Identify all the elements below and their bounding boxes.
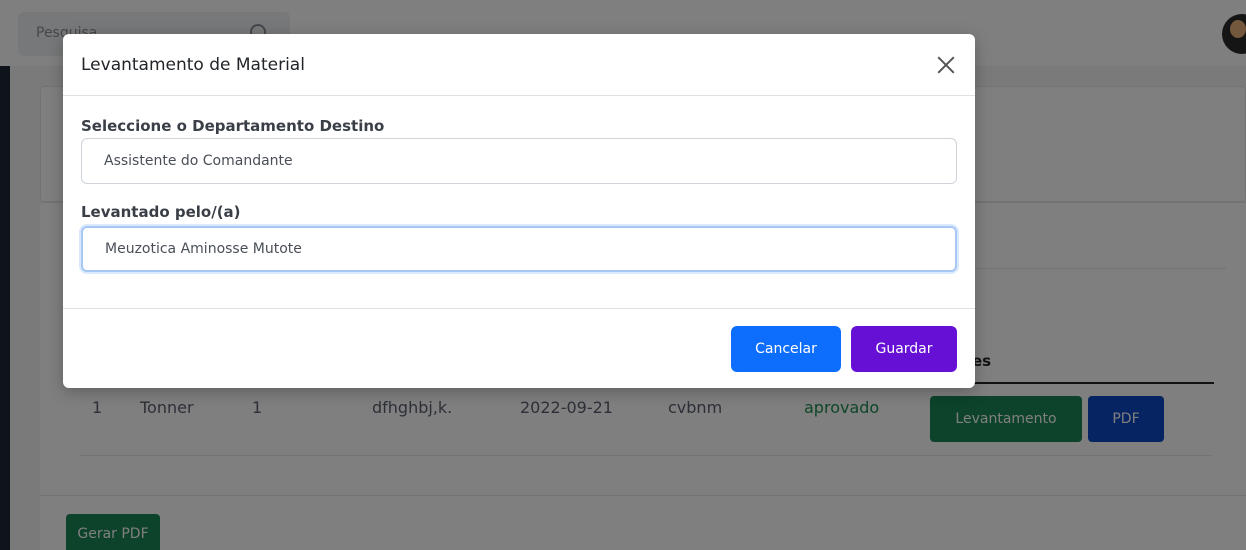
modal-footer: Cancelar Guardar	[63, 308, 975, 388]
levantamento-modal: Levantamento de Material Seleccione o De…	[63, 34, 975, 388]
collected-by-input[interactable]: Meuzotica Aminosse Mutote	[81, 226, 957, 272]
modal-title: Levantamento de Material	[81, 55, 305, 75]
save-button[interactable]: Guardar	[851, 326, 957, 372]
department-select[interactable]: Assistente do Comandante	[81, 138, 957, 184]
department-label: Seleccione o Departamento Destino	[81, 117, 385, 135]
collected-by-label: Levantado pelo/(a)	[81, 203, 241, 221]
modal-header: Levantamento de Material	[63, 34, 975, 96]
close-icon[interactable]	[935, 54, 957, 76]
cancel-button[interactable]: Cancelar	[731, 326, 841, 372]
